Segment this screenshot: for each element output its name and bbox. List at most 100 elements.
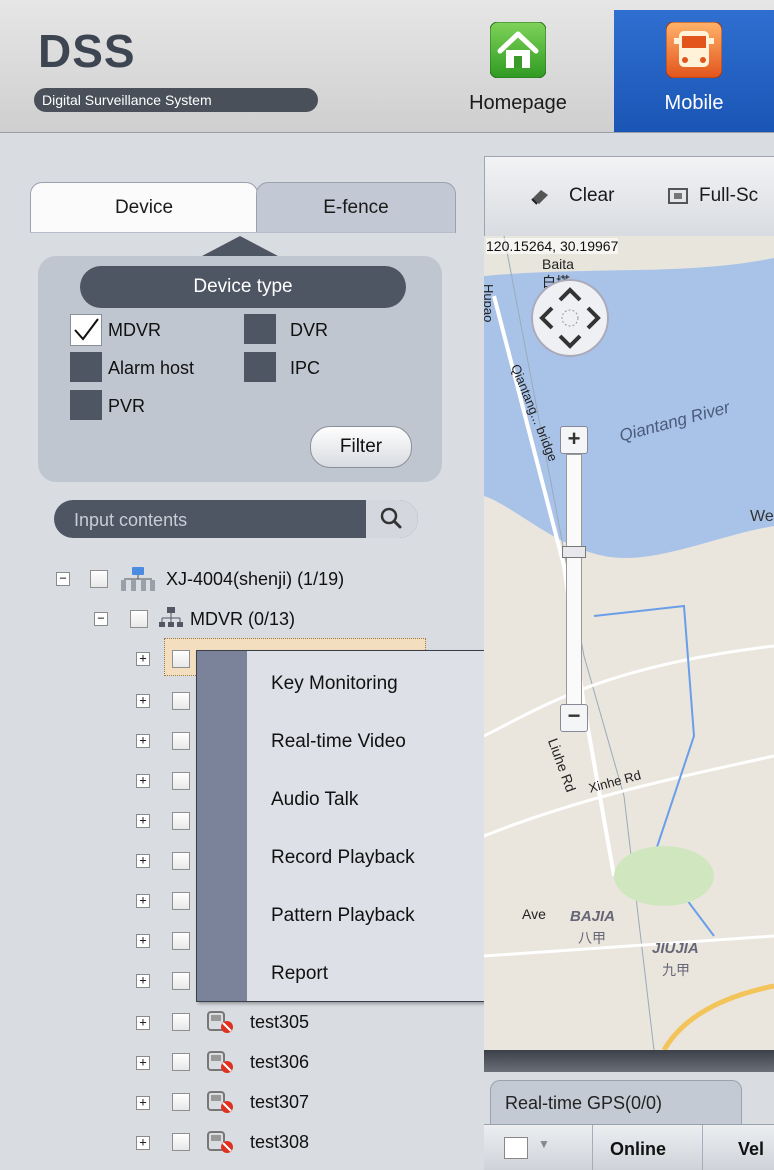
tab-realtime-gps[interactable]: Real-time GPS(0/0): [490, 1080, 742, 1125]
menu-item-record-playback[interactable]: Record Playback: [271, 847, 415, 869]
menu-item-audio-talk[interactable]: Audio Talk: [271, 789, 358, 811]
tree-expand-icon[interactable]: +: [136, 814, 150, 828]
offline-vehicle-icon: [206, 1130, 234, 1154]
tree-checkbox[interactable]: [172, 650, 190, 668]
map-view[interactable]: 120.15264, 30.19967 Baita 白塔 Hupao Qiant…: [484, 236, 774, 1050]
gps-column-online[interactable]: Online: [610, 1139, 666, 1160]
checkbox-ipc[interactable]: [244, 352, 276, 382]
tree-checkbox[interactable]: [172, 1053, 190, 1071]
column-divider: [592, 1125, 593, 1170]
tab-device[interactable]: Device: [30, 182, 258, 233]
tree-expand-icon[interactable]: +: [136, 854, 150, 868]
map-background: [484, 236, 774, 1050]
menu-item-key-monitoring[interactable]: Key Monitoring: [271, 673, 398, 695]
tree-expand-icon[interactable]: +: [136, 1056, 150, 1070]
zoom-slider-handle[interactable]: [562, 546, 586, 558]
tree-expand-icon[interactable]: +: [136, 894, 150, 908]
gps-column-vel[interactable]: Vel: [738, 1139, 764, 1160]
nav-mobile[interactable]: Mobile: [614, 10, 774, 132]
map-pan-control[interactable]: [530, 278, 610, 358]
offline-vehicle-icon: [206, 1010, 234, 1034]
tree-checkbox[interactable]: [172, 852, 190, 870]
tree-checkbox[interactable]: [172, 892, 190, 910]
tree-expand-icon[interactable]: +: [136, 774, 150, 788]
tree-device-label[interactable]: test306: [250, 1052, 309, 1073]
tree-collapse-group[interactable]: −: [94, 612, 108, 626]
menu-item-pattern-playback[interactable]: Pattern Playback: [271, 905, 415, 927]
tree-checkbox[interactable]: [172, 812, 190, 830]
tree-device-label[interactable]: test307: [250, 1092, 309, 1113]
tree-expand-icon[interactable]: +: [136, 734, 150, 748]
offline-vehicle-icon: [206, 1090, 234, 1114]
fullscreen-icon: [667, 185, 689, 207]
map-label-bajia-cn: 八甲: [578, 930, 606, 946]
tree-expand-icon[interactable]: +: [136, 1096, 150, 1110]
dropdown-arrow-icon[interactable]: ▼: [538, 1137, 550, 1151]
network-icon: [158, 606, 184, 630]
tree-checkbox[interactable]: [172, 1013, 190, 1031]
map-label-jiujia-cn: 九甲: [662, 962, 690, 978]
map-label-we: We: [750, 508, 774, 525]
search-icon: [380, 507, 402, 529]
tree-expand-icon[interactable]: +: [136, 652, 150, 666]
device-type-pvr-label: PVR: [108, 396, 146, 416]
tab-efence[interactable]: E-fence: [256, 182, 456, 233]
context-menu-icon-strip: [197, 651, 247, 1001]
gps-table-header: ▼ Online Vel: [484, 1124, 774, 1170]
org-icon: [116, 566, 160, 592]
column-divider: [702, 1125, 703, 1170]
app-header: DSS Digital Surveillance System Homepage: [0, 0, 774, 133]
device-type-ipc-label: IPC: [290, 358, 321, 378]
bus-icon: [665, 21, 723, 79]
map-coordinates: 120.15264, 30.19967: [486, 238, 619, 254]
tree-root-label[interactable]: XJ-4004(shenji) (1/19): [166, 569, 344, 590]
menu-item-realtime-video[interactable]: Real-time Video: [271, 731, 406, 753]
zoom-out-button[interactable]: −: [560, 704, 588, 732]
nav-homepage[interactable]: Homepage: [448, 10, 588, 132]
checkbox-pvr[interactable]: [70, 390, 102, 420]
tree-device-label[interactable]: test305: [250, 1012, 309, 1033]
zoom-slider-track[interactable]: [566, 454, 582, 706]
tree-checkbox[interactable]: [172, 1093, 190, 1111]
tree-expand-icon[interactable]: +: [136, 1136, 150, 1150]
tree-checkbox-root[interactable]: [90, 570, 108, 588]
checkbox-alarm-host[interactable]: [70, 352, 102, 382]
collapse-arrow-icon[interactable]: [202, 236, 278, 256]
tree-checkbox[interactable]: [172, 772, 190, 790]
tree-device-label[interactable]: test308: [250, 1132, 309, 1153]
device-type-dvr-label: DVR: [290, 320, 329, 340]
tree-expand-icon[interactable]: +: [136, 934, 150, 948]
tree-expand-icon[interactable]: +: [136, 694, 150, 708]
fullscreen-button[interactable]: Full-Sc: [699, 185, 758, 207]
search-input[interactable]: [72, 500, 366, 540]
eraser-icon: [529, 185, 551, 207]
clear-button[interactable]: Clear: [569, 185, 614, 207]
tree-expand-icon[interactable]: +: [136, 1016, 150, 1030]
menu-item-report[interactable]: Report: [271, 963, 328, 985]
search-box: [54, 500, 418, 540]
tree-group-label[interactable]: MDVR (0/13): [190, 609, 295, 630]
tree-expand-icon[interactable]: +: [136, 974, 150, 988]
home-icon: [489, 21, 547, 79]
zoom-in-button[interactable]: +: [560, 426, 588, 454]
device-type-mdvr-label: MDVR: [108, 320, 161, 340]
offline-vehicle-icon: [206, 1050, 234, 1074]
tree-checkbox[interactable]: [172, 1133, 190, 1151]
map-label-ave: Ave: [522, 906, 546, 922]
app-subtitle: Digital Surveillance System: [34, 88, 318, 112]
filter-button[interactable]: Filter: [310, 426, 412, 468]
map-label-bajia: BAJIA: [570, 908, 616, 925]
tree-checkbox-group[interactable]: [130, 610, 148, 628]
map-status-bar: [484, 1050, 774, 1072]
tree-checkbox[interactable]: [172, 932, 190, 950]
tree-collapse-root[interactable]: −: [56, 572, 70, 586]
search-button[interactable]: [366, 500, 418, 538]
gps-select-all-checkbox[interactable]: [504, 1137, 528, 1159]
tree-checkbox[interactable]: [172, 972, 190, 990]
tree-checkbox[interactable]: [172, 732, 190, 750]
checkbox-mdvr[interactable]: [70, 314, 102, 346]
checkbox-dvr[interactable]: [244, 314, 276, 344]
nav-mobile-label: Mobile: [664, 92, 724, 114]
device-type-alarm-host-label: Alarm host: [108, 358, 195, 378]
tree-checkbox[interactable]: [172, 692, 190, 710]
